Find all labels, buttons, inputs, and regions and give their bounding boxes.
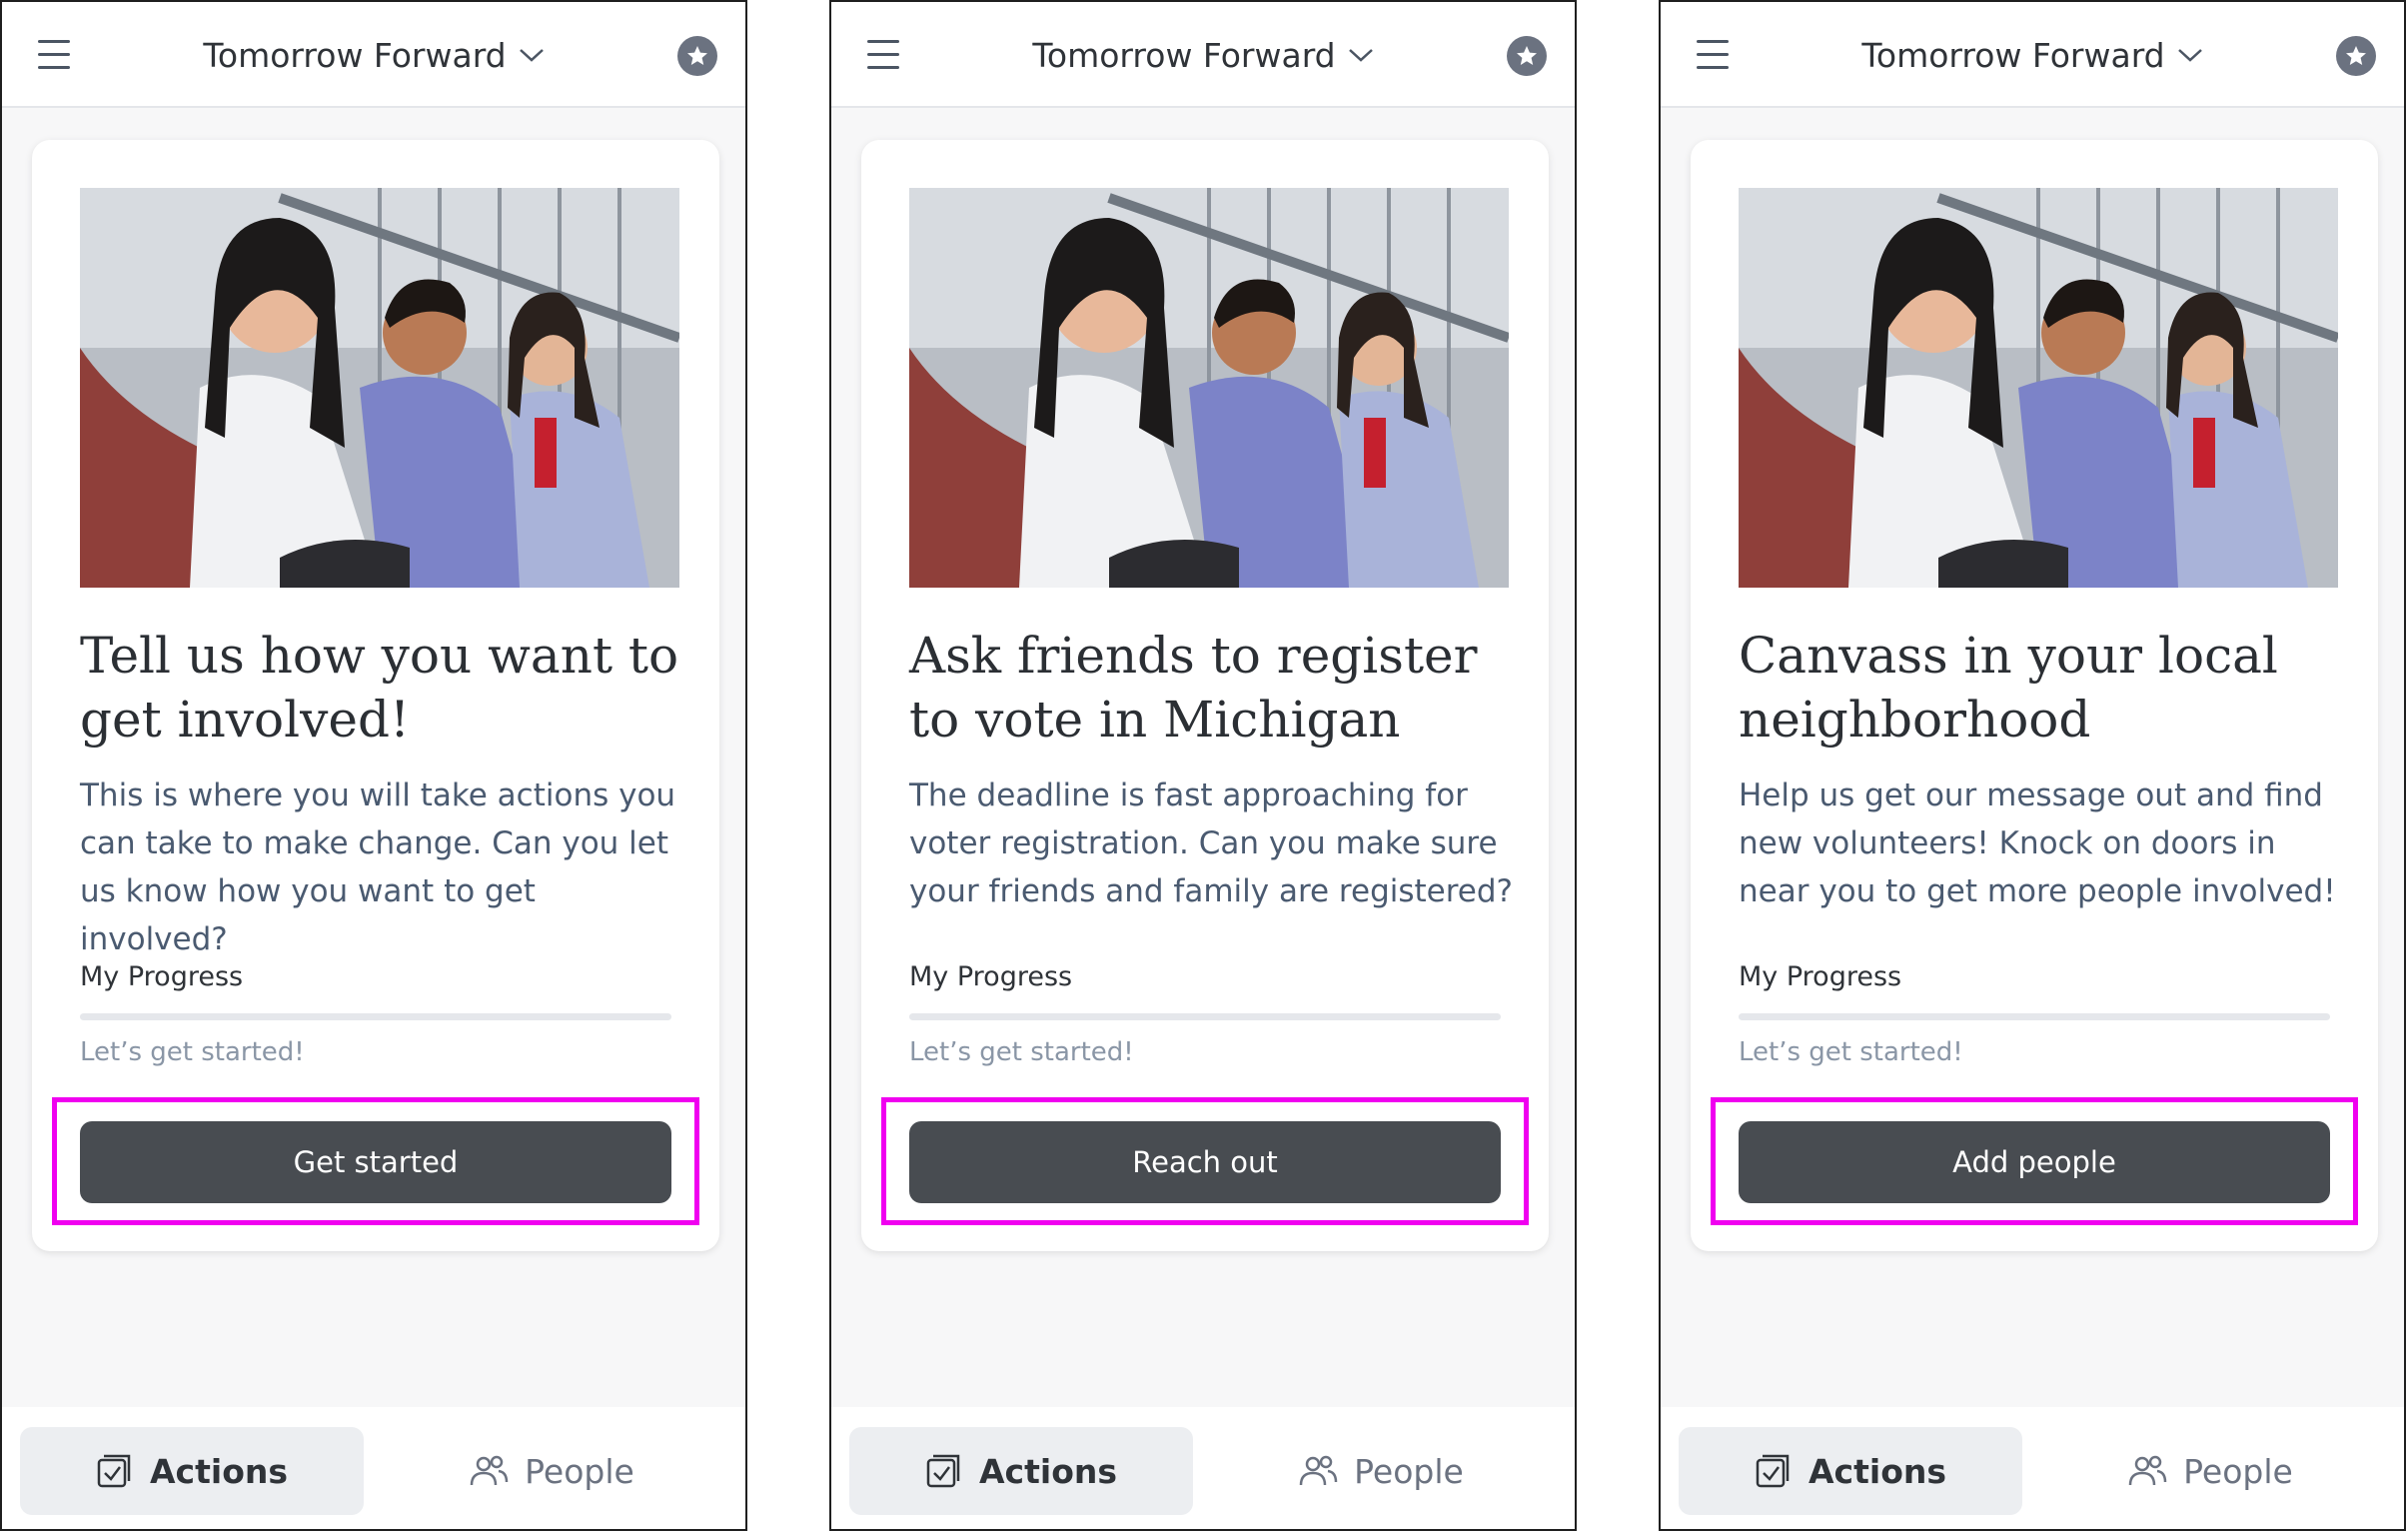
star-icon[interactable]	[677, 36, 717, 76]
add-people-button[interactable]: Add people	[1739, 1121, 2330, 1203]
get-started-button[interactable]: Get started	[80, 1121, 671, 1203]
card-description: This is where you will take actions you …	[80, 777, 676, 957]
card-description: Help us get our message out and find new…	[1739, 777, 2336, 909]
actions-checkbox-icon	[97, 1454, 131, 1488]
progress-label: My Progress	[80, 961, 244, 992]
top-bar: Tomorrow Forward	[2, 2, 745, 108]
people-icon	[1299, 1455, 1338, 1486]
actions-checkbox-icon	[926, 1454, 960, 1488]
progress-bar	[80, 1013, 671, 1020]
progress-bar	[909, 1013, 1501, 1020]
people-icon	[2128, 1455, 2167, 1486]
org-name: Tomorrow Forward	[1861, 35, 2165, 75]
hero-image	[80, 188, 679, 588]
reach-out-button[interactable]: Reach out	[909, 1121, 1501, 1203]
progress-label: My Progress	[1739, 961, 1902, 992]
tab-people-label: People	[2183, 1451, 2293, 1491]
action-card: Ask friends to register to vote in Michi…	[861, 140, 1549, 1251]
action-card: Tell us how you want to get involved! Th…	[32, 140, 719, 1251]
tab-people[interactable]: People	[1211, 1427, 1551, 1515]
org-name: Tomorrow Forward	[203, 35, 507, 75]
tab-people-label: People	[1354, 1451, 1464, 1491]
phone-screen-3: Tomorrow Forward Canvass in your local n…	[1659, 0, 2406, 1531]
card-description: The deadline is fast approaching for vot…	[909, 777, 1514, 909]
chevron-down-icon	[2177, 49, 2202, 62]
card-title: Canvass in your local neighborhood	[1739, 627, 2278, 749]
org-name: Tomorrow Forward	[1032, 35, 1336, 75]
phone-screen-1: Tomorrow Forward Tell us how you want to…	[0, 0, 747, 1531]
bottom-nav: Actions People	[831, 1407, 1575, 1529]
org-switcher[interactable]: Tomorrow Forward	[831, 32, 1575, 78]
tab-actions[interactable]: Actions	[20, 1427, 364, 1515]
phone-screen-2: Tomorrow Forward Ask friends to register…	[829, 0, 1577, 1531]
star-icon[interactable]	[1507, 36, 1547, 76]
bottom-nav: Actions People	[1661, 1407, 2404, 1529]
action-card: Canvass in your local neighborhood Help …	[1691, 140, 2378, 1251]
tab-people-label: People	[525, 1451, 634, 1491]
star-icon[interactable]	[2336, 36, 2376, 76]
screens-container: Tomorrow Forward Tell us how you want to…	[0, 0, 2408, 1535]
hero-image	[1739, 188, 2338, 588]
actions-checkbox-icon	[1756, 1454, 1790, 1488]
tab-actions[interactable]: Actions	[849, 1427, 1193, 1515]
tab-actions-label: Actions	[150, 1451, 288, 1491]
hero-image	[909, 188, 1509, 588]
top-bar: Tomorrow Forward	[831, 2, 1575, 108]
bottom-nav: Actions People	[2, 1407, 745, 1529]
progress-status: Let’s get started!	[909, 1037, 1134, 1067]
people-icon	[470, 1455, 509, 1486]
progress-bar	[1739, 1013, 2330, 1020]
tab-actions-label: Actions	[1808, 1451, 1946, 1491]
chevron-down-icon	[519, 49, 544, 62]
progress-status: Let’s get started!	[80, 1037, 305, 1067]
tab-people[interactable]: People	[2040, 1427, 2380, 1515]
org-switcher[interactable]: Tomorrow Forward	[1661, 32, 2404, 78]
progress-label: My Progress	[909, 961, 1073, 992]
tab-actions-label: Actions	[979, 1451, 1117, 1491]
card-title: Ask friends to register to vote in Michi…	[909, 627, 1478, 749]
org-switcher[interactable]: Tomorrow Forward	[2, 32, 745, 78]
chevron-down-icon	[1348, 49, 1373, 62]
top-bar: Tomorrow Forward	[1661, 2, 2404, 108]
progress-status: Let’s get started!	[1739, 1037, 1963, 1067]
card-title: Tell us how you want to get involved!	[80, 627, 679, 749]
tab-actions[interactable]: Actions	[1679, 1427, 2022, 1515]
tab-people[interactable]: People	[382, 1427, 721, 1515]
